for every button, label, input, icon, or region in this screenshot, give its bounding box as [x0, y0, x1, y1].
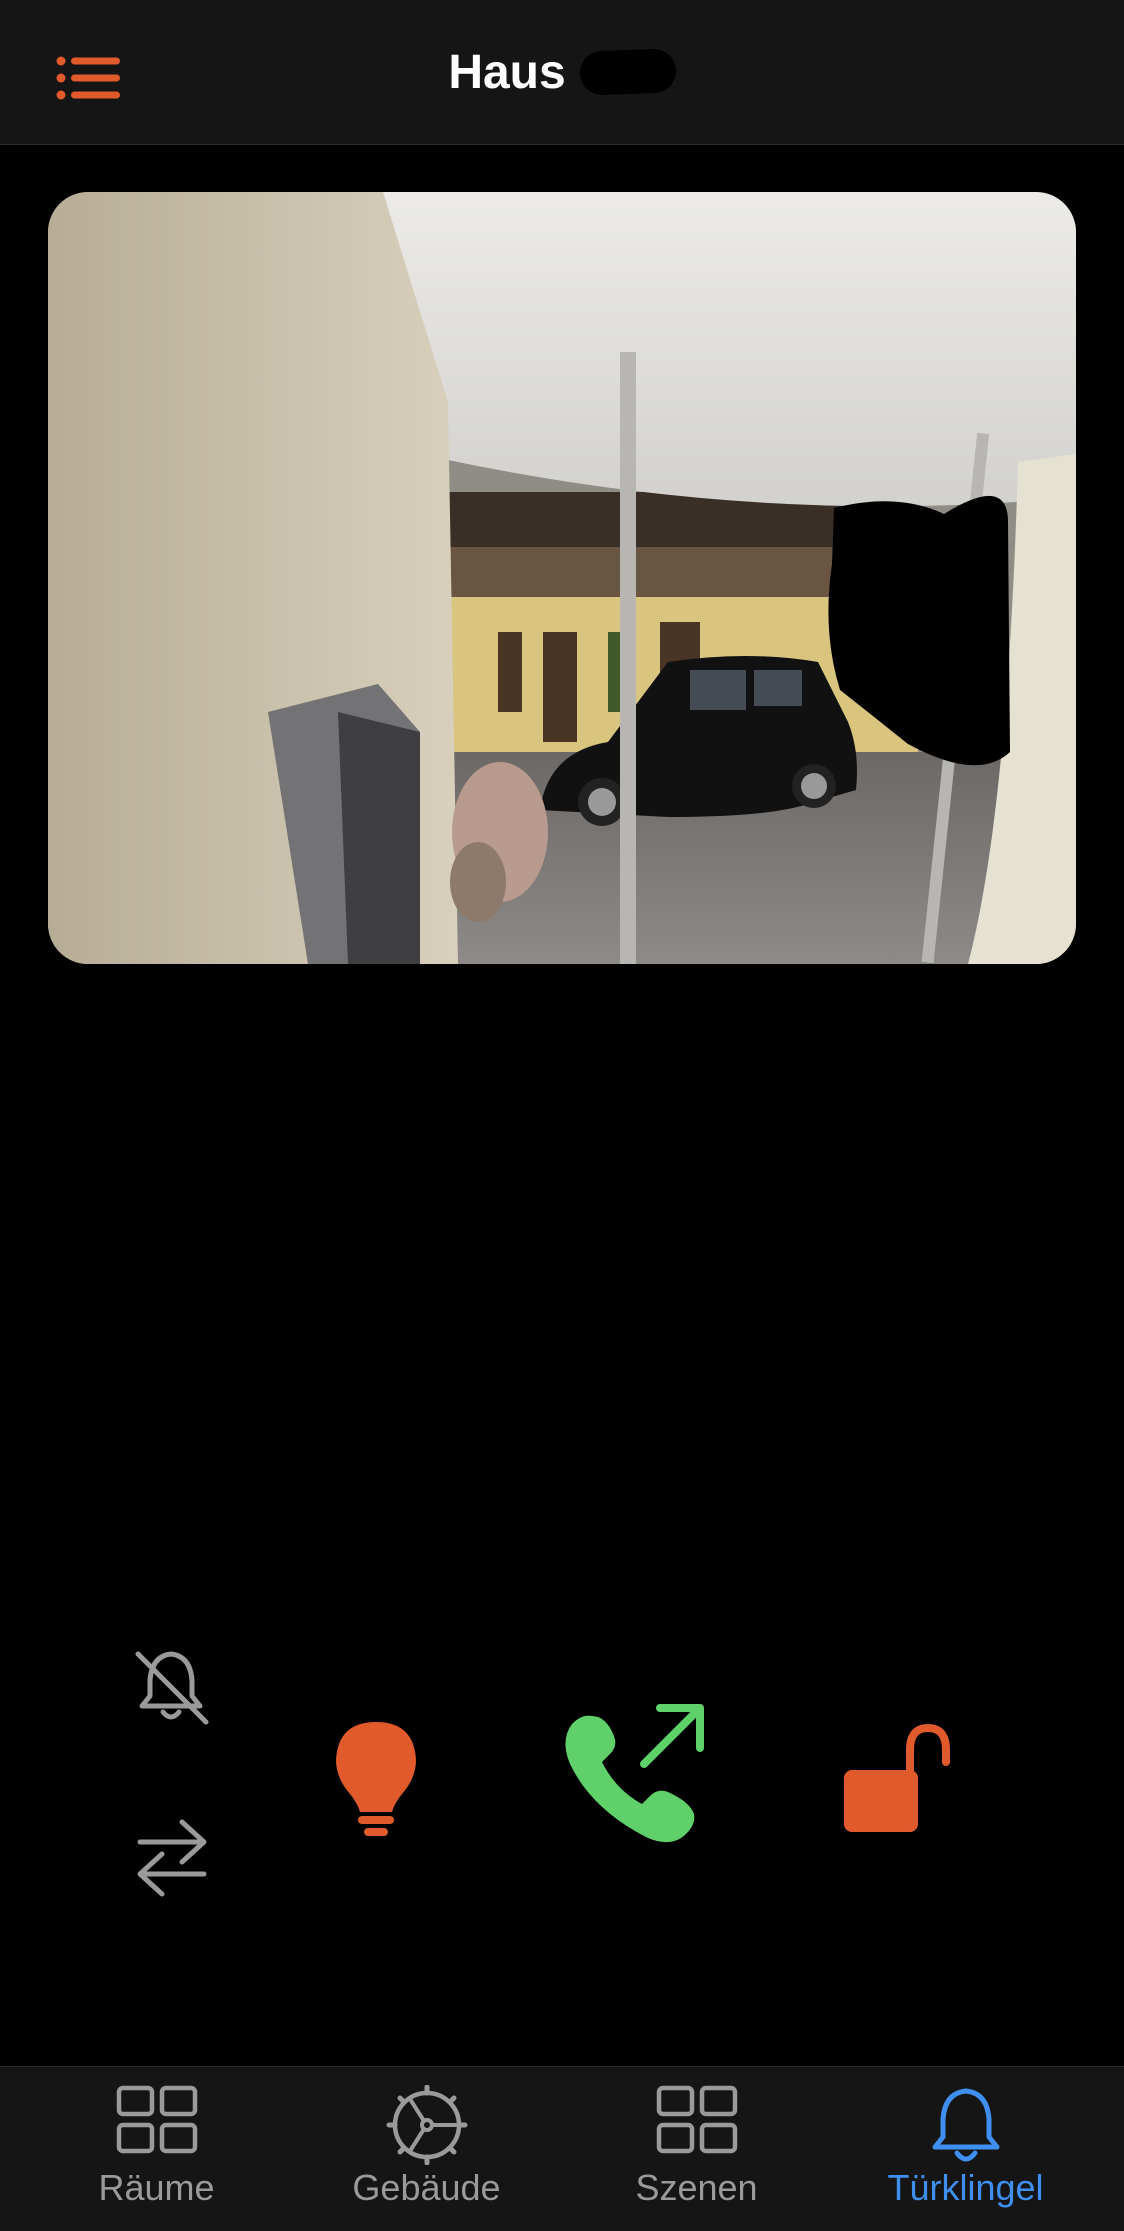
phone-outgoing-icon	[565, 1704, 704, 1843]
top-bar: Haus	[0, 0, 1124, 145]
tab-label-gebaeude: Gebäude	[352, 2167, 501, 2208]
tab-label-raeume: Räume	[98, 2167, 215, 2208]
tab-raeume[interactable]: Räume	[16, 2067, 297, 2231]
light-button[interactable]	[334, 1720, 418, 1845]
tab-label-szenen: Szenen	[635, 2167, 758, 2208]
tab-szenen[interactable]: Szenen	[556, 2067, 837, 2231]
arrows-swap-icon	[137, 1819, 207, 1897]
redaction-mark	[578, 48, 677, 96]
grid-icon	[116, 2085, 198, 2154]
lightbulb-icon	[336, 1722, 416, 1836]
camera-image	[48, 192, 1076, 964]
title-wrap: Haus	[0, 0, 1124, 144]
building-wheel-icon	[386, 2085, 468, 2165]
tab-gebaeude[interactable]: Gebäude	[286, 2067, 567, 2231]
tab-label-tuerklingel: Türklingel	[887, 2167, 1044, 2208]
grid-icon	[656, 2085, 738, 2154]
mute-button[interactable]	[130, 1646, 212, 1731]
bell-slash-icon	[135, 1651, 209, 1725]
page-title: Haus	[448, 45, 566, 99]
unlock-button[interactable]	[842, 1722, 954, 1837]
lock-open-icon	[844, 1723, 950, 1832]
camera-live-view[interactable]	[48, 192, 1076, 964]
tab-bar: Räume Gebäude Szenen Türklingel	[0, 2066, 1124, 2231]
bell-icon	[932, 2088, 1000, 2162]
switch-camera-button[interactable]	[132, 1812, 212, 1907]
call-button[interactable]	[562, 1698, 712, 1853]
tab-tuerklingel[interactable]: Türklingel	[825, 2067, 1106, 2231]
